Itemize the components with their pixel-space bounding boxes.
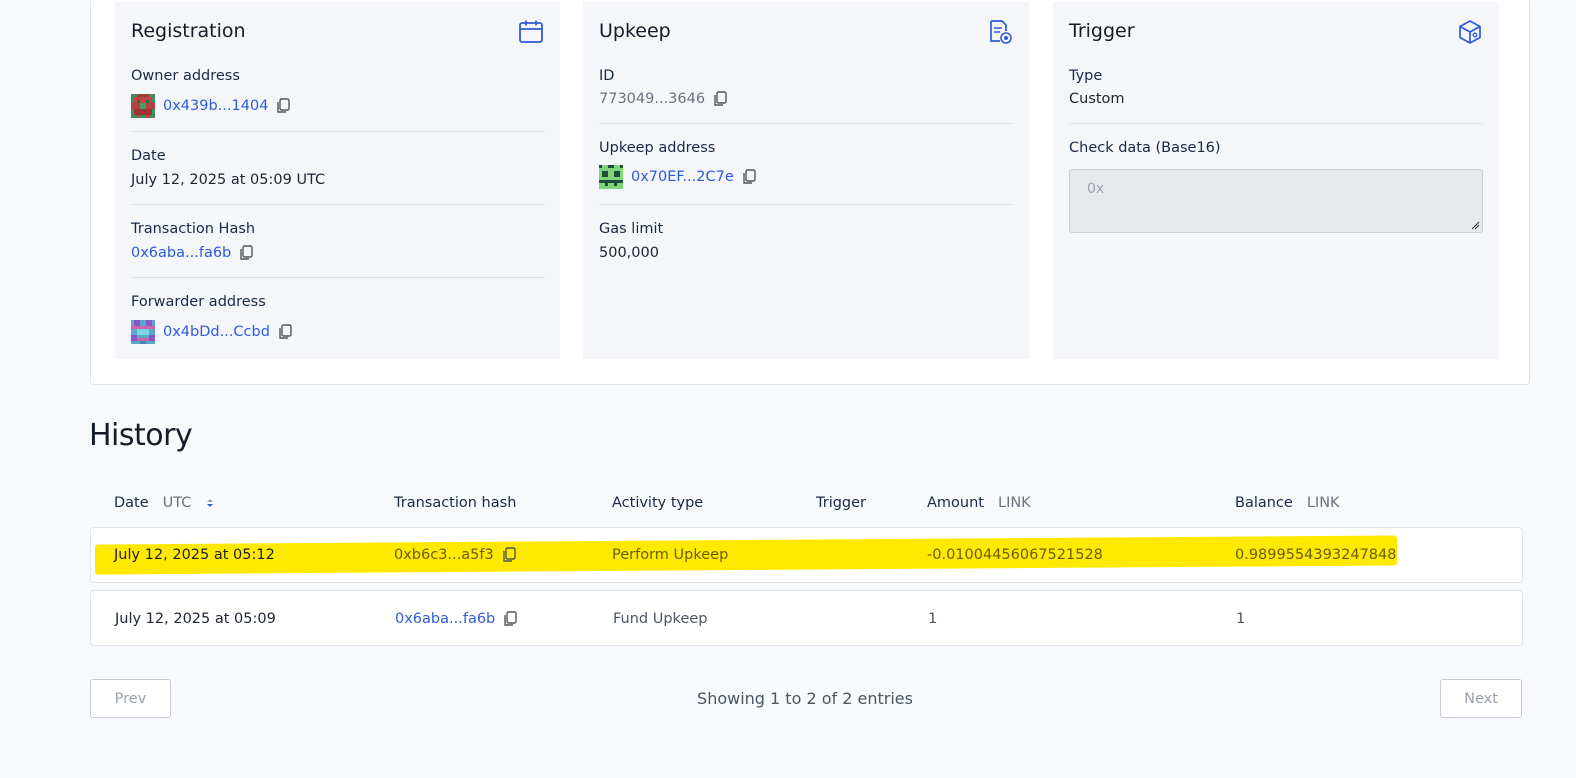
upkeep-panel: Upkeep ID 773049...3646 Upkeep address 0… bbox=[583, 2, 1029, 359]
copy-icon[interactable] bbox=[239, 245, 253, 261]
registration-panel: Registration Owner address 0x439b...1404 bbox=[115, 2, 560, 359]
check-data-placeholder: 0x bbox=[1087, 181, 1105, 197]
trigger-panel: Trigger Type Custom Check data (Base16) … bbox=[1053, 2, 1499, 359]
divider bbox=[1069, 123, 1483, 124]
upkeep-address-link[interactable]: 0x70EF...2C7e bbox=[631, 169, 734, 185]
trigger-title: Trigger bbox=[1069, 20, 1135, 42]
forwarder-avatar bbox=[131, 320, 155, 344]
owner-address-label: Owner address bbox=[131, 68, 240, 84]
table-row-content: July 12, 2025 at 05:12 0xb6c3...a5f3 Per… bbox=[90, 527, 1523, 583]
column-header-transaction-hash: Transaction hash bbox=[394, 495, 517, 511]
trigger-type-value: Custom bbox=[1069, 91, 1125, 107]
gas-limit-value: 500,000 bbox=[599, 245, 659, 261]
cube-icon bbox=[1459, 20, 1481, 44]
transaction-hash-label: Transaction Hash bbox=[131, 221, 256, 237]
divider bbox=[131, 204, 545, 205]
owner-avatar bbox=[131, 94, 155, 118]
column-header-balance-unit: LINK bbox=[1306, 495, 1340, 511]
upkeep-avatar bbox=[599, 165, 623, 189]
upkeep-id-value: 773049...3646 bbox=[599, 91, 706, 107]
copy-icon[interactable] bbox=[278, 324, 292, 340]
upkeep-address: 0x70EF...2C7e bbox=[599, 165, 756, 189]
upkeep-id-label: ID bbox=[599, 68, 615, 84]
column-header-amount-unit: LINK bbox=[997, 495, 1031, 511]
prev-button[interactable]: Prev bbox=[90, 679, 171, 718]
sort-icon[interactable] bbox=[206, 497, 214, 509]
column-header-date[interactable]: Date UTC bbox=[114, 495, 214, 511]
transaction-hash-link[interactable]: 0x6aba...fa6b bbox=[131, 245, 231, 261]
column-header-amount-label: Amount bbox=[927, 495, 984, 511]
row-transaction-hash: 0x6aba...fa6b bbox=[395, 591, 517, 647]
divider bbox=[599, 123, 1013, 124]
gas-limit-label: Gas limit bbox=[599, 221, 664, 237]
next-button[interactable]: Next bbox=[1440, 679, 1522, 718]
owner-address-link[interactable]: 0x439b...1404 bbox=[163, 98, 268, 114]
column-header-activity-type: Activity type bbox=[612, 495, 704, 511]
upkeep-details-card: Registration Owner address 0x439b...1404 bbox=[90, 0, 1530, 385]
copy-icon[interactable] bbox=[276, 98, 291, 114]
divider bbox=[131, 277, 545, 278]
column-header-balance-label: Balance bbox=[1235, 495, 1293, 511]
copy-icon[interactable] bbox=[502, 547, 516, 563]
copy-icon[interactable] bbox=[503, 611, 517, 627]
row-date: July 12, 2025 at 05:12 bbox=[114, 547, 275, 563]
forwarder-address-label: Forwarder address bbox=[131, 294, 266, 310]
column-header-trigger: Trigger bbox=[816, 495, 867, 511]
upkeep-address-label: Upkeep address bbox=[599, 140, 716, 156]
row-transaction-hash: 0xb6c3...a5f3 bbox=[394, 527, 516, 583]
check-data-textarea[interactable]: 0x bbox=[1069, 169, 1483, 233]
registration-date: July 12, 2025 at 05:09 UTC bbox=[131, 172, 326, 188]
date-label: Date bbox=[131, 148, 166, 164]
row-transaction-hash-link[interactable]: 0xb6c3...a5f3 bbox=[394, 547, 494, 563]
column-header-amount: Amount LINK bbox=[927, 495, 1031, 511]
check-data-label: Check data (Base16) bbox=[1069, 140, 1221, 156]
copy-icon[interactable] bbox=[742, 169, 756, 185]
table-row: July 12, 2025 at 05:09 0x6aba...fa6b Fun… bbox=[90, 590, 1523, 646]
row-amount: -0.01004456067521528 bbox=[927, 547, 1103, 563]
pagination-info: Showing 1 to 2 of 2 entries bbox=[697, 689, 913, 708]
upkeep-title: Upkeep bbox=[599, 20, 671, 42]
calendar-icon bbox=[519, 20, 543, 43]
registration-title: Registration bbox=[131, 20, 246, 42]
column-header-date-label: Date bbox=[114, 495, 149, 511]
row-activity-type: Perform Upkeep bbox=[612, 547, 729, 563]
row-transaction-hash-link[interactable]: 0x6aba...fa6b bbox=[395, 611, 495, 627]
column-header-balance: Balance LINK bbox=[1235, 495, 1340, 511]
row-amount: 1 bbox=[928, 611, 938, 627]
owner-address: 0x439b...1404 bbox=[131, 94, 291, 118]
copy-icon[interactable] bbox=[713, 91, 727, 107]
transaction-hash: 0x6aba...fa6b bbox=[131, 245, 253, 261]
row-balance: 0.9899554393247848 bbox=[1235, 547, 1397, 563]
divider bbox=[131, 131, 545, 132]
forwarder-address: 0x4bDd...Ccbd bbox=[131, 320, 292, 344]
upkeep-doc-icon bbox=[990, 20, 1012, 44]
forwarder-address-link[interactable]: 0x4bDd...Ccbd bbox=[163, 324, 270, 340]
upkeep-id: 773049...3646 bbox=[599, 91, 727, 107]
history-title: History bbox=[89, 418, 193, 453]
row-date: July 12, 2025 at 05:09 bbox=[115, 611, 276, 627]
column-header-date-unit: UTC bbox=[162, 495, 192, 511]
divider bbox=[599, 204, 1013, 205]
row-activity-type: Fund Upkeep bbox=[613, 611, 708, 627]
resize-grip-icon[interactable] bbox=[1470, 220, 1480, 230]
trigger-type-label: Type bbox=[1069, 68, 1103, 84]
row-balance: 1 bbox=[1236, 611, 1246, 627]
